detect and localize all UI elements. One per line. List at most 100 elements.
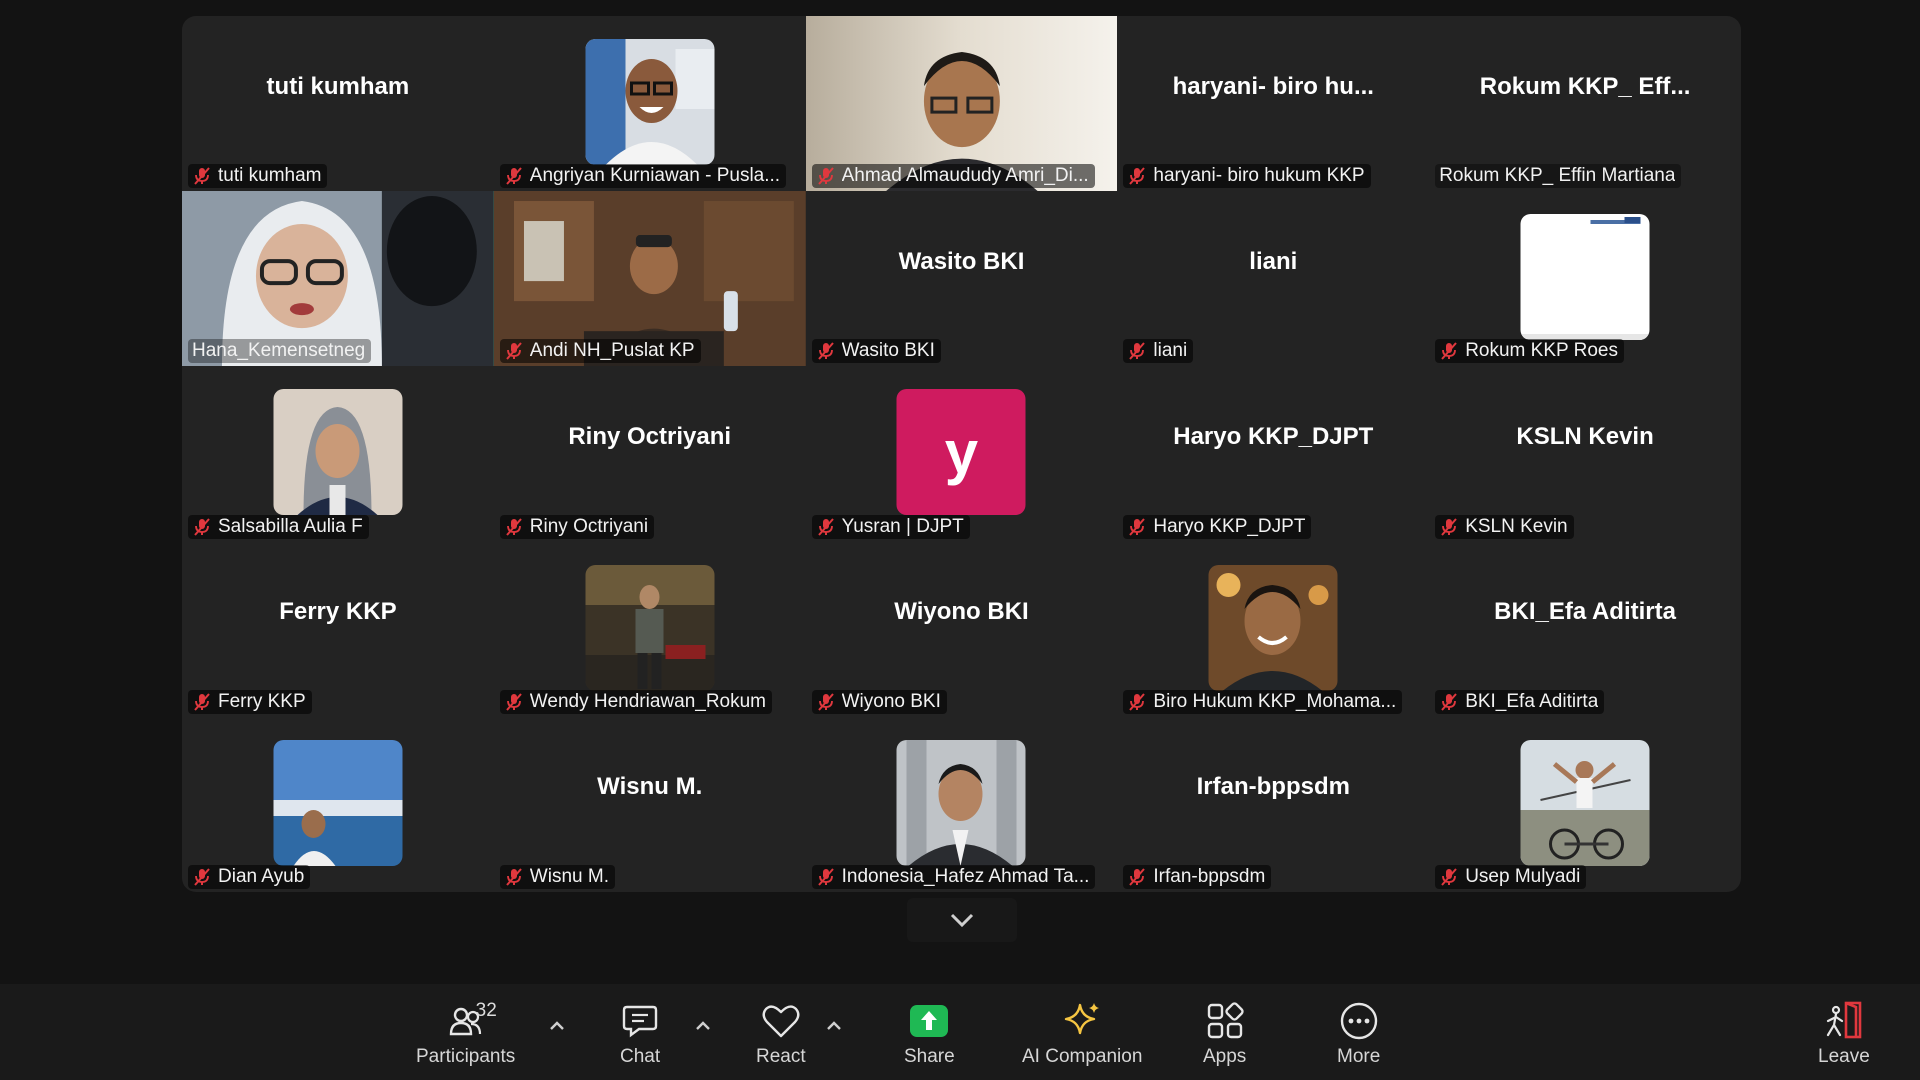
participant-tile[interactable]: Salsabilla Aulia F: [182, 366, 494, 541]
name-tag: Ahmad Almaududy Amri_Di...: [811, 164, 1095, 189]
name-tag: Ferry KKP: [188, 689, 312, 714]
participant-name: Hana_Kemensetneg: [192, 340, 366, 362]
participant-display-name: BKI_Efa Aditirta: [1494, 598, 1676, 626]
participant-display-name: Wiyono BKI: [894, 598, 1029, 626]
react-options-caret-icon[interactable]: [822, 1014, 846, 1038]
participants-count: 32: [475, 1000, 497, 1021]
participant-display-name: tuti kumham: [266, 72, 410, 100]
participant-tile[interactable]: Irfan-bppsdm Irfan-bppsdm: [1117, 717, 1429, 892]
share-button[interactable]: Share: [904, 1000, 955, 1074]
name-tag: tuti kumham: [188, 164, 328, 189]
apps-button[interactable]: Apps: [1203, 1000, 1246, 1074]
participant-name: haryani- biro hukum KKP: [1153, 165, 1365, 187]
react-button[interactable]: React: [756, 1000, 806, 1074]
participant-tile[interactable]: Ferry KKP Ferry KKP: [182, 542, 494, 717]
name-tag: Salsabilla Aulia F: [188, 514, 369, 539]
participant-tile[interactable]: haryani- biro hu... haryani- biro hukum …: [1117, 16, 1429, 191]
participant-tile[interactable]: y Yusran | DJPT: [806, 366, 1118, 541]
participants-label: Participants: [416, 1046, 516, 1067]
muted-mic-icon: [817, 868, 834, 886]
name-tag: Andi NH_Puslat KP: [499, 339, 701, 364]
participant-name: KSLN Kevin: [1465, 515, 1568, 537]
participant-display-name: Wasito BKI: [898, 247, 1025, 275]
participant-tile[interactable]: Riny Octriyani Riny Octriyani: [494, 366, 806, 541]
man-standing-photo-icon: [585, 564, 715, 691]
participant-name: Andi NH_Puslat KP: [529, 340, 695, 362]
participant-name: Wiyono BKI: [841, 690, 941, 712]
participant-tile[interactable]: Indonesia_Hafez Ahmad Ta...: [806, 717, 1118, 892]
chevron-down-icon: [950, 913, 974, 928]
participant-tile[interactable]: Rokum KKP_ Eff... Rokum KKP_ Effin Marti…: [1429, 16, 1741, 191]
meeting-toolbar: 32 Participants Chat React Share AI Comp…: [0, 984, 1920, 1080]
document-photo-icon: [1520, 214, 1650, 341]
participant-tile[interactable]: Haryo KKP_DJPT Haryo KKP_DJPT: [1117, 366, 1429, 541]
muted-mic-icon: [1129, 693, 1146, 711]
participants-options-caret-icon[interactable]: [545, 1014, 569, 1038]
participant-tile[interactable]: tuti kumham tuti kumham: [182, 16, 494, 191]
name-tag: liani: [1123, 339, 1194, 364]
chat-options-caret-icon[interactable]: [691, 1014, 715, 1038]
name-tag: Dian Ayub: [188, 864, 311, 889]
muted-mic-icon: [817, 693, 834, 711]
participant-tile[interactable]: BKI_Efa Aditirta BKI_Efa Aditirta: [1429, 542, 1741, 717]
chat-icon: [622, 1005, 658, 1038]
participant-tile[interactable]: Dian Ayub: [182, 717, 494, 892]
participant-tile[interactable]: Ahmad Almaududy Amri_Di...: [805, 16, 1118, 192]
share-screen-icon: [910, 1005, 949, 1037]
participant-tile[interactable]: Andi NH_Puslat KP: [493, 191, 806, 367]
participant-tile[interactable]: Wendy Hendriawan_Rokum: [494, 542, 806, 717]
name-tag: haryani- biro hukum KKP: [1123, 164, 1371, 189]
participant-name: Yusran | DJPT: [841, 515, 964, 537]
muted-mic-icon: [1441, 342, 1457, 361]
next-page-button[interactable]: [907, 898, 1017, 942]
participant-name: Indonesia_Hafez Ahmad Ta...: [841, 865, 1090, 887]
heart-icon: [762, 1005, 800, 1038]
share-label: Share: [904, 1046, 955, 1067]
muted-mic-icon: [817, 342, 834, 361]
man-portrait-photo-icon: [1208, 564, 1338, 691]
woman-hijab-photo-icon: [273, 389, 403, 516]
participant-name: Usep Mulyadi: [1465, 865, 1581, 887]
muted-mic-icon: [506, 167, 522, 185]
participant-tile[interactable]: Wisnu M. Wisnu M.: [494, 717, 806, 892]
participant-tile-active-speaker[interactable]: Hana_Kemensetneg: [182, 191, 494, 367]
name-tag: Wisnu M.: [499, 864, 615, 889]
name-tag: Indonesia_Hafez Ahmad Ta...: [811, 864, 1096, 889]
muted-mic-icon: [1129, 342, 1146, 361]
participants-button[interactable]: 32 Participants: [416, 1000, 515, 1074]
participant-display-name: Haryo KKP_DJPT: [1173, 422, 1374, 450]
participant-tile[interactable]: Wasito BKI Wasito BKI: [806, 191, 1118, 366]
muted-mic-icon: [1129, 868, 1146, 886]
participant-name: tuti kumham: [218, 165, 322, 187]
participant-tile[interactable]: Wiyono BKI Wiyono BKI: [806, 542, 1118, 717]
muted-mic-icon: [1441, 517, 1457, 536]
leave-button[interactable]: Leave: [1818, 1000, 1870, 1074]
chat-button[interactable]: Chat: [620, 1000, 660, 1074]
participant-name: Angriyan Kurniawan - Pusla...: [529, 165, 781, 187]
name-tag: BKI_Efa Aditirta: [1435, 689, 1605, 714]
participant-tile[interactable]: Angriyan Kurniawan - Pusla...: [494, 16, 806, 191]
participant-tile[interactable]: liani liani: [1117, 191, 1429, 366]
participant-name: Wasito BKI: [841, 340, 935, 362]
name-tag: Hana_Kemensetneg: [188, 339, 372, 364]
muted-mic-icon: [194, 693, 210, 711]
sparkle-icon: [1065, 1003, 1100, 1035]
participant-display-name: Rokum KKP_ Eff...: [1479, 72, 1691, 100]
name-tag: Wiyono BKI: [811, 689, 947, 714]
muted-mic-icon: [194, 868, 210, 886]
participant-name: Riny Octriyani: [529, 515, 649, 537]
participant-name: Wendy Hendriawan_Rokum: [529, 690, 767, 712]
ai-companion-button[interactable]: AI Companion: [1022, 1000, 1142, 1074]
participant-display-name: Wisnu M.: [597, 773, 703, 801]
participant-tile[interactable]: Biro Hukum KKP_Mohama...: [1117, 542, 1429, 717]
leave-label: Leave: [1818, 1046, 1870, 1067]
name-tag: KSLN Kevin: [1435, 514, 1574, 539]
muted-mic-icon: [194, 167, 210, 185]
name-tag: Haryo KKP_DJPT: [1123, 514, 1312, 539]
muted-mic-icon: [1441, 868, 1457, 886]
participant-tile[interactable]: Rokum KKP Roes: [1429, 191, 1741, 366]
participant-tile[interactable]: Usep Mulyadi: [1429, 717, 1741, 892]
participant-tile[interactable]: KSLN Kevin KSLN Kevin: [1429, 366, 1741, 541]
more-button[interactable]: More: [1337, 1000, 1380, 1074]
muted-mic-icon: [817, 167, 834, 185]
